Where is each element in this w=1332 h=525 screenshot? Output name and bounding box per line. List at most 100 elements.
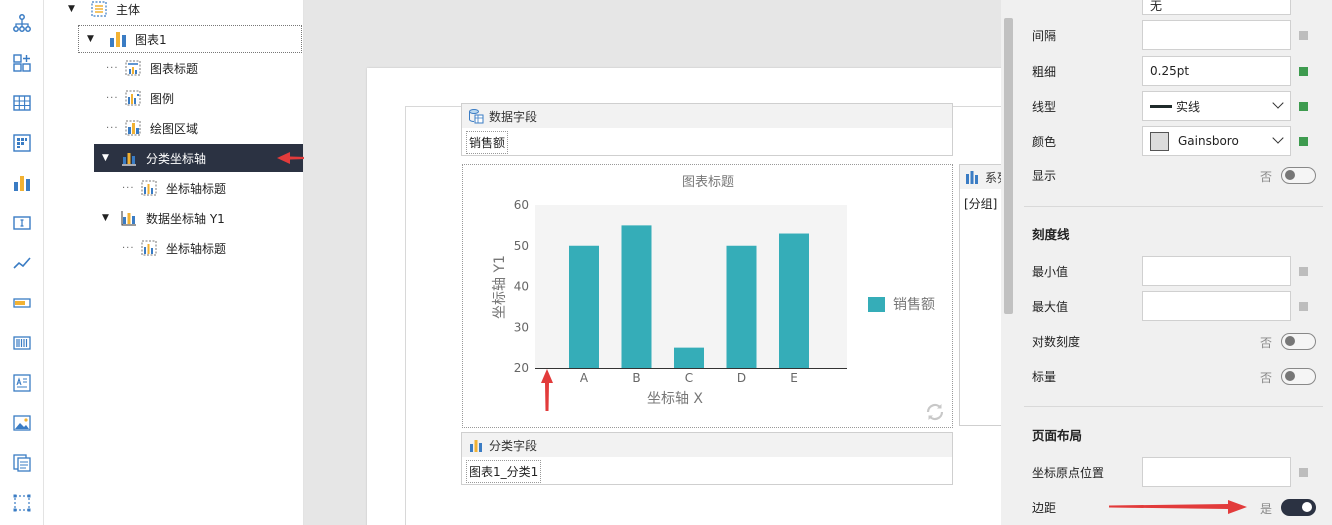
expand-arrow-icon[interactable]: ▼ [68, 4, 80, 14]
series-field-chip[interactable]: [分组] [962, 193, 999, 214]
tree-node-category-axis[interactable]: ▼ 分类坐标轴 [94, 144, 303, 172]
tree-connector: ··· [122, 242, 135, 254]
legend-swatch [868, 297, 885, 312]
category-fields-zone[interactable]: 分类字段 图表1_分类1 [461, 432, 953, 485]
value-axis-icon [120, 209, 138, 227]
series-icon [964, 169, 980, 185]
color-label: 颜色 [1032, 134, 1057, 149]
show-toggle[interactable] [1281, 167, 1316, 184]
min-input[interactable] [1142, 256, 1291, 286]
min-label: 最小值 [1032, 264, 1069, 279]
default-indicator[interactable] [1299, 468, 1308, 477]
plot-area-icon [124, 119, 142, 137]
y-tick-label: 60 [514, 198, 529, 212]
max-input[interactable] [1142, 291, 1291, 321]
category-fields-title: 分类字段 [489, 438, 538, 453]
components-icon[interactable] [11, 52, 33, 74]
log-scale-toggle[interactable] [1281, 333, 1316, 350]
color-select[interactable]: Gainsboro [1142, 126, 1291, 156]
bullet-icon[interactable] [11, 292, 33, 314]
scale-toggle[interactable] [1281, 368, 1316, 385]
image-icon[interactable] [11, 412, 33, 434]
set-indicator[interactable] [1299, 102, 1308, 111]
tree-node-chart1[interactable]: ▼ 图表1 [78, 25, 302, 53]
data-field-chip[interactable]: 销售额 [466, 131, 509, 154]
table-icon[interactable] [11, 92, 33, 114]
bar [674, 347, 704, 368]
refresh-icon[interactable] [924, 401, 946, 423]
origin-position-label: 坐标原点位置 [1032, 465, 1105, 480]
series-zone[interactable]: 系列 [分组] [959, 164, 1005, 426]
textbox-icon[interactable] [11, 212, 33, 234]
axis-title-icon [140, 239, 158, 257]
expand-arrow-icon[interactable]: ▼ [102, 213, 114, 223]
chart-area[interactable]: 图表标题 20 30 40 50 60 A B C D E 坐标轴 X 坐标轴 Y1 销售额 [462, 164, 953, 428]
bar-chart: 图表标题 20 30 40 50 60 A B C D E 坐标轴 X 坐标轴 Y1 销售额 [492, 175, 935, 407]
axis-title-icon [140, 179, 158, 197]
line-type-select[interactable]: 实线 [1142, 91, 1291, 121]
expand-arrow-icon[interactable]: ▼ [102, 153, 114, 163]
set-indicator[interactable] [1299, 137, 1308, 146]
section-divider [1024, 406, 1323, 407]
margin-toggle[interactable] [1281, 499, 1316, 516]
annotation-arrow [1109, 500, 1247, 514]
show-state: 否 [1260, 170, 1273, 184]
category-fields-header: 分类字段 [462, 433, 952, 457]
bar [779, 233, 809, 368]
y-tick-label: 50 [514, 239, 529, 253]
tree-node-axis-title[interactable]: ··· 坐标轴标题 [122, 234, 302, 262]
legend-icon [124, 89, 142, 107]
default-indicator[interactable] [1299, 31, 1308, 40]
legend-label: 销售额 [893, 297, 935, 313]
tree-node-value-axis[interactable]: ▼ 数据坐标轴 Y1 [102, 204, 302, 232]
tree-node-axis-title[interactable]: ··· 坐标轴标题 [122, 174, 302, 202]
tree-node-legend[interactable]: ··· 图例 [106, 84, 296, 112]
rich-text-icon[interactable] [11, 372, 33, 394]
bar-chart-icon [109, 30, 127, 48]
left-toolbar [0, 0, 44, 525]
scroll-thumb[interactable] [1004, 18, 1013, 314]
series-header: 系列 [960, 165, 1004, 189]
scale-state: 否 [1260, 371, 1273, 385]
interval-label: 间隔 [1032, 28, 1057, 43]
matrix-icon[interactable] [11, 132, 33, 154]
report-body-icon [90, 0, 108, 18]
barcode-icon[interactable] [11, 332, 33, 354]
tree-node-chart-title[interactable]: ··· 图表标题 [106, 54, 296, 82]
database-icon [468, 108, 484, 124]
set-indicator[interactable] [1299, 67, 1308, 76]
chart-title-icon [124, 59, 142, 77]
line-chart-icon[interactable] [11, 252, 33, 274]
vertical-scrollbar[interactable] [1001, 0, 1015, 525]
x-tick-label: C [685, 371, 693, 385]
color-value: Gainsboro [1178, 134, 1239, 148]
tree-node-label: 坐标轴标题 [166, 181, 227, 196]
x-axis-title: 坐标轴 X [647, 391, 703, 407]
bar-chart-icon[interactable] [11, 172, 33, 194]
category-icon [468, 437, 484, 453]
top-property-input[interactable]: 无 [1142, 0, 1291, 15]
hierarchy-icon[interactable] [11, 12, 33, 34]
tree-node-label: 图例 [150, 91, 175, 106]
report-page: 数据字段 销售额 图表标题 20 30 40 50 60 A B C D E 坐标轴 X 坐标轴 Y1 销… [367, 68, 1025, 525]
margin-state: 是 [1260, 502, 1273, 516]
report-explorer-tree: ▼ 主体 ▼ 图表1 ··· 图表标题 ··· 图例 ··· 绘图区域 ▼ 分类… [44, 0, 304, 525]
width-value: 0.25pt [1150, 64, 1190, 78]
category-field-chip[interactable]: 图表1_分类1 [466, 460, 542, 483]
category-axis-icon [120, 149, 138, 167]
width-label: 粗细 [1032, 64, 1057, 79]
default-indicator[interactable] [1299, 267, 1308, 276]
data-fields-zone[interactable]: 数据字段 销售额 [461, 103, 953, 156]
width-input[interactable]: 0.25pt [1142, 56, 1291, 86]
tree-node-body[interactable]: ▼ 主体 [68, 0, 298, 23]
y-tick-label: 20 [514, 361, 529, 375]
interval-input[interactable] [1142, 20, 1291, 50]
expand-arrow-icon[interactable]: ▼ [87, 34, 99, 44]
margin-label: 边距 [1032, 500, 1057, 515]
subreport-icon[interactable] [11, 452, 33, 474]
data-fields-title: 数据字段 [489, 109, 538, 124]
origin-position-input[interactable] [1142, 457, 1291, 487]
default-indicator[interactable] [1299, 302, 1308, 311]
tree-node-plot-area[interactable]: ··· 绘图区域 [106, 114, 296, 142]
container-icon[interactable] [11, 492, 33, 514]
